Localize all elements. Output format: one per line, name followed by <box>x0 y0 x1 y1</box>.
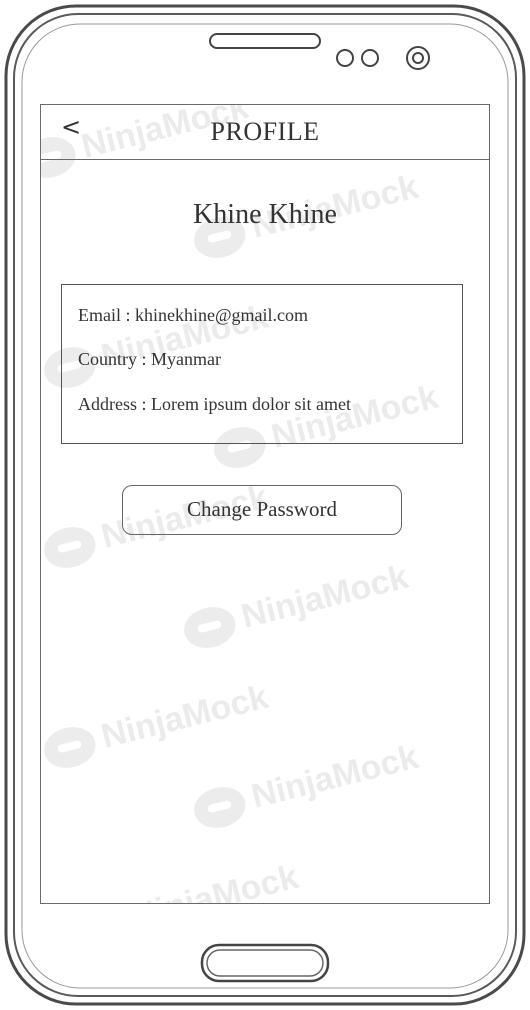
speaker-grille <box>209 33 321 49</box>
app-header: < PROFILE <box>41 105 489 160</box>
camera-icon <box>406 46 430 70</box>
profile-info-card: Email : khinekhine@gmail.com Country : M… <box>61 284 463 444</box>
watermark: NinjaMock <box>41 678 273 774</box>
app-screen: NinjaMock NinjaMock NinjaMock NinjaMock … <box>40 104 490 904</box>
watermark: NinjaMock <box>179 558 412 654</box>
home-button-icon[interactable] <box>200 943 330 983</box>
watermark: NinjaMock <box>189 738 422 834</box>
ninja-logo-icon <box>41 721 100 774</box>
ninja-logo-icon <box>69 901 130 903</box>
ninja-logo-icon <box>41 521 100 574</box>
ninja-logo-icon <box>179 601 240 654</box>
address-text: Address : Lorem ipsum dolor sit amet <box>78 394 351 414</box>
change-password-button[interactable]: Change Password <box>122 485 402 535</box>
user-name: Khine Khine <box>193 199 337 230</box>
page-title: PROFILE <box>210 117 320 146</box>
email-text: Email : khinekhine@gmail.com <box>78 305 309 325</box>
ninja-logo-icon <box>189 781 250 834</box>
watermark: NinjaMock <box>69 858 302 903</box>
country-text: Country : Myanmar <box>78 349 221 369</box>
